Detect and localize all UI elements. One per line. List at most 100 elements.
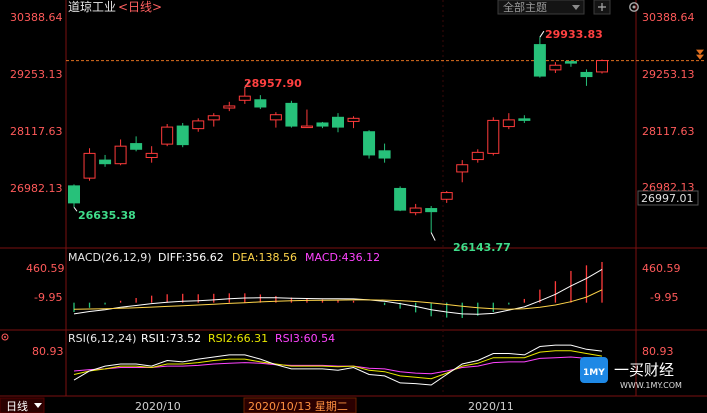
candle-body [363, 131, 376, 156]
candle-body [596, 60, 608, 73]
settings-dot-icon[interactable] [1, 333, 9, 341]
chart-title: 道琼工业 [68, 0, 116, 14]
annotation-high: 29933.83 [545, 28, 603, 41]
rsi-tick: 80.93 [32, 345, 64, 358]
candle [425, 205, 438, 233]
candle [285, 100, 298, 128]
current-price-label: 26997.01 [641, 192, 694, 205]
candle [564, 60, 577, 67]
candle-body [549, 64, 562, 71]
macd-diff-line [73, 268, 603, 315]
period-button-label: 日线 [6, 399, 28, 413]
candle-body [269, 114, 282, 121]
candle-body [176, 125, 189, 146]
candle-body [347, 117, 360, 122]
candle [363, 130, 376, 159]
candle [83, 148, 96, 181]
candle-body [83, 152, 96, 179]
macd-value-label: MACD:436.12 [305, 251, 380, 264]
macd-panel [73, 261, 603, 318]
rsi-label: RSI(6,12,24) [68, 332, 136, 345]
candle [549, 62, 562, 73]
candle [409, 203, 422, 216]
plus-icon[interactable] [593, 0, 611, 15]
reference-arrow-icon [696, 49, 704, 55]
price-tick: 26982.13 [10, 182, 63, 195]
candle [300, 109, 313, 129]
candle-body [425, 208, 438, 213]
candle [130, 136, 143, 152]
logo-text: 1MY [583, 368, 605, 378]
macd-dea-label: DEA:138.56 [232, 251, 297, 264]
x-axis-label: 2020/10 [135, 400, 181, 413]
candle [394, 186, 407, 212]
cursor-date-label: 2020/10/13 星期二 [248, 400, 348, 413]
candle [192, 118, 205, 132]
candle-body [580, 71, 593, 78]
candle [207, 113, 220, 127]
candle-body [238, 95, 251, 101]
macd-tick: 460.59 [26, 262, 65, 275]
annotation-low1: 26635.38 [78, 209, 136, 222]
watermark-text: 一买财经 [614, 361, 674, 379]
candle-body [409, 207, 422, 214]
candle-body [518, 118, 531, 121]
candle-body [471, 151, 484, 161]
candle [332, 113, 344, 133]
candle-body [487, 119, 500, 154]
period-label[interactable]: <日线> [118, 0, 162, 14]
candle [487, 117, 500, 156]
price-tick-right: 29253.13 [642, 68, 695, 81]
candlestick-series [68, 30, 608, 241]
watermark: 1MY 一买财经 WWW.1MY.COM [580, 357, 682, 390]
macd-tick-right: -9.95 [650, 291, 678, 304]
annotation-pointer [430, 232, 436, 241]
price-tick-right: 30388.64 [642, 11, 695, 24]
candle [114, 139, 127, 166]
candle-body [145, 152, 158, 159]
candle [518, 115, 531, 123]
macd-label: MACD(26,12,9) [68, 251, 152, 264]
candle [254, 95, 267, 110]
rsi3-label: RSI3:60.54 [275, 332, 335, 345]
price-tick: 29253.13 [10, 68, 63, 81]
candle-body [378, 150, 391, 159]
candle [316, 121, 329, 129]
candle-body [456, 164, 469, 173]
candle [68, 184, 80, 208]
candle [145, 146, 158, 163]
candle [471, 149, 484, 163]
candle [269, 112, 282, 128]
price-tick-right: 28117.63 [642, 125, 695, 138]
chart-canvas[interactable]: 道琼工业 <日线> 全部主题 30388.64 29253.13 28117.6… [0, 0, 707, 413]
candle-body [114, 145, 127, 165]
candle [596, 59, 608, 74]
candle-body [223, 105, 236, 109]
rsi2-label: RSI2:66.31 [208, 332, 268, 345]
rsi1-label: RSI1:73.52 [141, 332, 201, 345]
candle-body [99, 159, 112, 165]
gear-icon[interactable] [629, 2, 639, 12]
candle [580, 69, 593, 86]
macd-tick-right: 460.59 [642, 262, 681, 275]
candle [161, 124, 174, 147]
candle [456, 160, 469, 183]
candle [99, 154, 112, 167]
rsi-panel [73, 344, 603, 386]
annotation-low2: 26143.77 [453, 241, 511, 254]
candle-body [161, 126, 174, 145]
candle [223, 101, 236, 112]
rsi-tick-right: 80.93 [642, 345, 674, 358]
candle [502, 113, 515, 130]
price-tick: 30388.64 [10, 11, 63, 24]
annotation-mid-high: 28957.90 [244, 77, 302, 90]
annotation-pointer [539, 30, 545, 38]
theme-button-label: 全部主题 [503, 0, 547, 14]
candle-body [130, 143, 143, 150]
reference-arrow-icon [696, 54, 704, 60]
candle-body [254, 99, 267, 108]
candle-body [192, 120, 205, 130]
candle-body [285, 102, 298, 127]
price-tick: 28117.63 [10, 125, 63, 138]
candle-body [207, 115, 220, 121]
